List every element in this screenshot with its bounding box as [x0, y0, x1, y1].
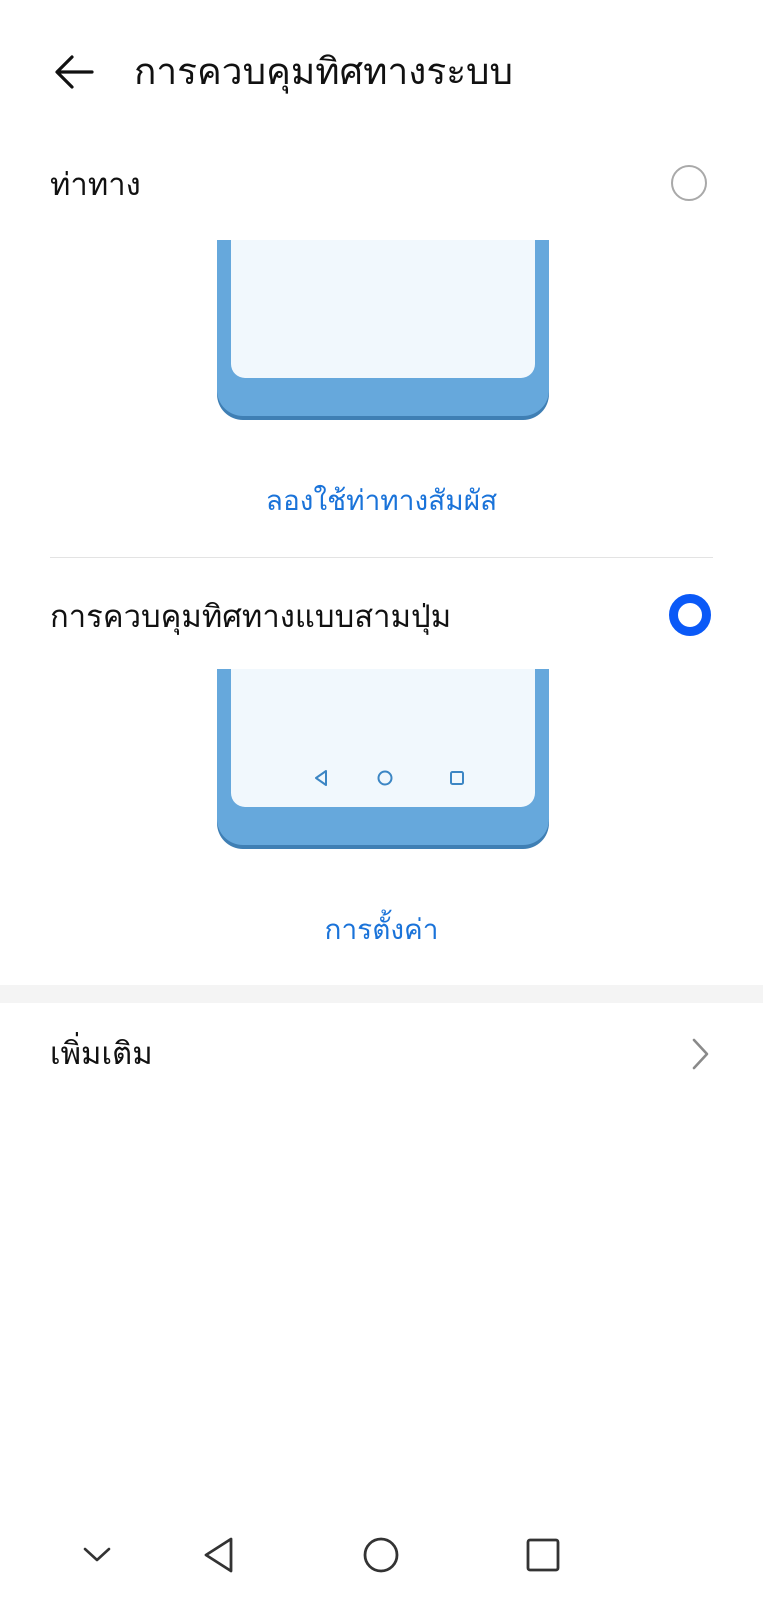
settings-link[interactable]: การตั้งค่า [0, 910, 763, 950]
more-label: เพิ่มเติม [50, 1036, 153, 1072]
three-key-radio-selected[interactable] [669, 594, 711, 636]
phone-frame [217, 669, 549, 845]
page-title: การควบคุมทิศทางระบบ [134, 50, 514, 93]
phone-screen [231, 669, 535, 807]
nav-home-button[interactable] [346, 1520, 416, 1590]
option-gestures-label: ท่าทาง [50, 167, 141, 203]
try-gestures-link[interactable]: ลองใช้ท่าทางสัมผัส [0, 481, 763, 521]
chevron-down-icon [83, 1547, 111, 1562]
back-triangle-icon [204, 1537, 233, 1573]
phone-frame [217, 240, 549, 416]
option-three-key-label: การควบคุมทิศทางแบบสามปุ่ม [50, 599, 452, 635]
phone-screen [231, 240, 535, 378]
divider [50, 557, 713, 558]
app-header: การควบคุมทิศทางระบบ [0, 0, 763, 150]
home-circle-icon [363, 1537, 399, 1573]
option-gestures[interactable]: ท่าทาง [0, 145, 763, 225]
nav-recents-button[interactable] [508, 1520, 578, 1590]
mini-home-icon [377, 770, 393, 786]
mini-recents-icon [450, 771, 464, 785]
mini-back-icon [315, 770, 327, 786]
chevron-right-icon [692, 1038, 709, 1070]
nav-back-button[interactable] [184, 1520, 254, 1590]
mini-nav-bar [231, 769, 535, 789]
system-navigation-bar [0, 1520, 763, 1600]
more-row[interactable]: เพิ่มเติม [0, 1020, 763, 1090]
section-separator [0, 985, 763, 1003]
gestures-radio[interactable] [671, 165, 707, 201]
recents-square-icon [526, 1538, 560, 1572]
hide-nav-button[interactable] [62, 1520, 132, 1590]
option-three-key[interactable]: การควบคุมทิศทางแบบสามปุ่ม [0, 575, 763, 655]
back-button[interactable] [44, 42, 104, 102]
arrow-left-icon [55, 55, 94, 89]
